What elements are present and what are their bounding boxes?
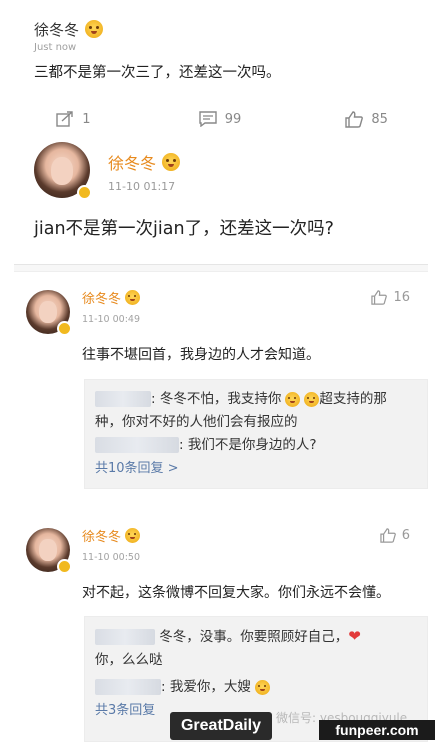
comment-time: 11-10 00:49 (82, 314, 141, 325)
thumbs-up-icon (345, 110, 364, 128)
laughing-emoji-icon (304, 391, 320, 407)
comment-author-name[interactable]: 徐冬冬 (82, 526, 121, 545)
comment-item: 徐冬冬 11-10 00:49 16 往事不堪回首，我身边的人才会知道。 : 冬… (0, 288, 440, 489)
repost-icon (56, 111, 73, 127)
repost-button[interactable]: 1 (0, 104, 147, 134)
featured-name-text[interactable]: 徐冬冬 (108, 150, 156, 174)
reply-item[interactable]: : 冬冬不怕，我支持你 超支持的那 种，你对不好的人他们会有报应的 (95, 388, 419, 434)
blurred-username (95, 437, 179, 453)
reply-text: : 我爱你，大嫂 (161, 679, 251, 695)
blurred-username (95, 391, 151, 407)
reply-text: : 冬冬不怕，我支持你 (151, 391, 282, 407)
comment-author[interactable]: 徐冬冬 (82, 526, 141, 545)
comment-like-count: 6 (401, 528, 410, 543)
comment-like-button[interactable]: 16 (371, 290, 410, 305)
comment-text: 对不起，这条微博不回复大家。你们永远不会懂。 (82, 585, 390, 601)
section-divider (14, 264, 428, 272)
blurred-username (95, 629, 155, 645)
verified-badge-icon (57, 321, 72, 336)
reply-text-tail: 超支持的那 (319, 391, 387, 407)
thumbs-up-icon (380, 528, 396, 543)
reply-item[interactable]: 冬冬，没事。你要照顾好自己，❤ 你，么么哒 (95, 625, 419, 672)
like-count: 85 (371, 111, 388, 127)
comment-avatar[interactable] (26, 528, 72, 574)
featured-avatar[interactable] (34, 142, 92, 200)
post-author[interactable]: 徐冬冬 (34, 18, 440, 40)
comment-like-count: 16 (393, 290, 410, 305)
comment-author-name[interactable]: 徐冬冬 (82, 288, 121, 307)
reply-text-line2: 种，你对不好的人他们会有报应的 (95, 414, 298, 430)
reply-text: : 我们不是你身边的人? (179, 437, 317, 453)
comment-like-button[interactable]: 6 (380, 528, 410, 543)
reply-item[interactable]: : 我们不是你身边的人? (95, 434, 419, 457)
blurred-username (95, 679, 161, 695)
more-replies-link[interactable]: 共10条回复 > (95, 457, 419, 481)
comment-author[interactable]: 徐冬冬 (82, 288, 141, 307)
comment-button[interactable]: 99 (147, 104, 294, 134)
featured-name[interactable]: 徐冬冬 (108, 150, 181, 174)
crown-emoji-icon (85, 20, 104, 38)
featured-time: 11-10 01:17 (108, 180, 176, 193)
comment-text: 往事不堪回首，我身边的人才会知道。 (82, 347, 320, 363)
post-text: 三都不是第一次三了，还差这一次吗。 (34, 65, 281, 81)
comment-icon (199, 111, 217, 127)
featured-text: jian不是第一次jian了，还差这一次吗? (34, 219, 334, 239)
verified-badge-icon (57, 559, 72, 574)
verified-badge-icon (77, 185, 92, 200)
avatar-face (39, 539, 57, 562)
reply-box: : 冬冬不怕，我支持你 超支持的那 种，你对不好的人他们会有报应的 : 我们不是你… (84, 379, 428, 489)
weibo-post: 徐冬冬 Just now 三都不是第一次三了，还差这一次吗。 (0, 0, 440, 96)
featured-comment: 徐冬冬 11-10 01:17 jian不是第一次jian了，还差这一次吗? (0, 140, 440, 260)
post-author-name[interactable]: 徐冬冬 (34, 19, 79, 40)
reply-item[interactable]: : 我爱你，大嫂 (95, 676, 419, 699)
repost-count: 1 (82, 111, 91, 127)
crown-emoji-icon (125, 290, 141, 305)
greatdaily-watermark: GreatDaily (170, 712, 272, 740)
reply-text: 冬冬，没事。你要照顾好自己， (159, 629, 349, 645)
comment-time: 11-10 00:50 (82, 552, 141, 563)
post-time: Just now (34, 42, 77, 53)
avatar-face (50, 156, 74, 185)
like-button[interactable]: 85 (293, 104, 440, 134)
laughing-emoji-icon (285, 391, 301, 407)
post-action-bar: 1 99 85 (0, 104, 440, 134)
comment-avatar[interactable] (26, 290, 72, 336)
crown-emoji-icon (125, 528, 141, 543)
crown-emoji-icon (162, 153, 181, 171)
comment-count: 99 (224, 111, 242, 127)
avatar-face (39, 301, 57, 324)
funpeer-watermark: funpeer.com (319, 720, 435, 740)
reply-text-line2: 你，么么哒 (95, 652, 163, 668)
emoji-icon (254, 679, 270, 695)
heart-icon: ❤ (348, 627, 361, 645)
thumbs-up-icon (371, 290, 388, 305)
